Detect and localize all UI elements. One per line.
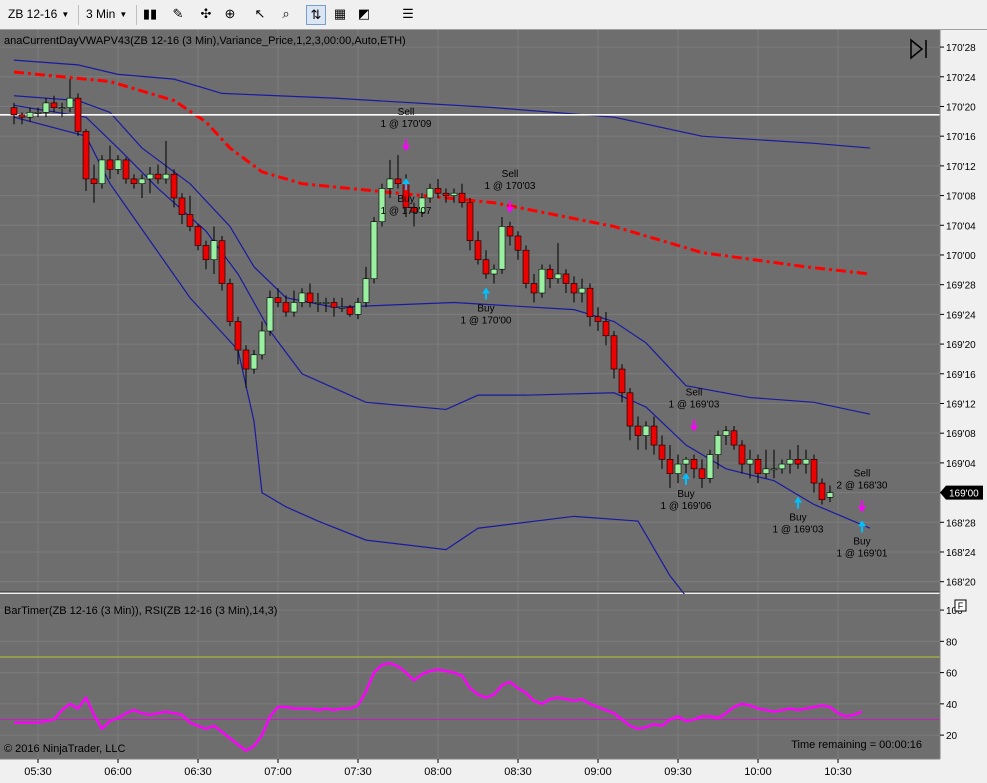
price-tick-label: 170'24	[946, 73, 976, 84]
crosshair-icon[interactable]: ✣	[196, 5, 216, 25]
toolbar-separator	[78, 5, 79, 25]
price-tick-label: 168'20	[946, 578, 976, 589]
price-tick-label: 168'24	[946, 548, 976, 559]
sell-arrow-icon	[509, 200, 511, 207]
chevron-down-icon: ▼	[119, 10, 128, 19]
buy-arrow-icon	[405, 184, 407, 191]
properties-icon[interactable]: ☰	[398, 5, 418, 25]
candle	[522, 245, 530, 289]
candle	[378, 183, 386, 227]
time-tick-label: 10:30	[824, 766, 852, 778]
price-tick-label: 169'16	[946, 370, 976, 381]
buy-arrow-icon	[485, 293, 487, 300]
strategies-icon[interactable]: ◩	[354, 5, 374, 25]
buy-arrow-icon	[861, 526, 863, 533]
rsi-panel-background	[0, 594, 940, 759]
time-tick-label: 08:00	[424, 766, 452, 778]
execution-label: Buy	[477, 303, 494, 314]
rsi-tick-label: 60	[946, 669, 958, 680]
execution-label: Buy	[677, 489, 694, 500]
zoom-icon[interactable]: ⌕	[276, 5, 296, 25]
execution-label: Sell	[502, 169, 519, 180]
rsi-tick-label: 20	[946, 731, 958, 742]
price-tick-label: 170'04	[946, 221, 976, 232]
drawing-tool-icon[interactable]: ✎	[168, 5, 188, 25]
instrument-label: ZB 12-16	[8, 7, 58, 21]
execution-label: Buy	[789, 513, 806, 524]
candle	[538, 264, 546, 298]
execution-label: 1 @ 170'07	[381, 206, 432, 217]
time-tick-label: 06:30	[184, 766, 212, 778]
instrument-selector[interactable]: ZB 12-16 ▼	[4, 4, 78, 25]
price-indicator-label: anaCurrentDayVWAPV43(ZB 12-16 (3 Min),Va…	[4, 35, 406, 47]
time-tick-label: 09:30	[664, 766, 692, 778]
execution-label: Sell	[398, 107, 415, 118]
execution-label: 1 @ 169'01	[837, 548, 888, 559]
chart-toolbar: ZB 12-16 ▼ 3 Min ▼ ▮▮ ✎ ✣ ⊕ ↖ ⌕ ⇅ ▦ ◩ ☰	[0, 0, 987, 30]
sell-arrow-icon	[693, 419, 695, 426]
bar-timer-text: Time remaining = 00:00:16	[791, 739, 922, 751]
interval-label: 3 Min	[86, 7, 116, 21]
sell-arrow-icon	[405, 139, 407, 146]
interval-selector[interactable]: 3 Min ▼	[82, 4, 138, 25]
execution-label: 1 @ 169'03	[669, 400, 720, 411]
indicators-icon[interactable]: ▦	[330, 5, 350, 25]
rsi-indicator-label: BarTimer(ZB 12-16 (3 Min)), RSI(ZB 12-16…	[4, 605, 277, 617]
execution-label: 1 @ 169'03	[773, 525, 824, 536]
chart-area[interactable]: Sell1 @ 170'09Buy1 @ 170'07Sell1 @ 170'0…	[0, 30, 987, 783]
price-tick-label: 169'20	[946, 340, 976, 351]
execution-label: 1 @ 169'06	[661, 501, 712, 512]
candle	[706, 449, 714, 484]
last-price-marker: 169'00	[940, 485, 983, 500]
price-tick-label: 169'12	[946, 399, 976, 410]
price-tick-label: 170'20	[946, 102, 976, 113]
execution-label: 1 @ 170'03	[485, 181, 536, 192]
price-tick-label: 169'28	[946, 281, 976, 292]
buy-arrow-icon	[685, 478, 687, 485]
candle	[226, 278, 234, 327]
bar-type-icon[interactable]: ▮▮	[140, 5, 160, 25]
buy-arrow-icon	[797, 502, 799, 509]
execution-label: 1 @ 170'09	[381, 119, 432, 130]
time-tick-label: 05:30	[24, 766, 52, 778]
time-tick-label: 07:00	[264, 766, 292, 778]
pointer-icon[interactable]: ↖	[250, 5, 270, 25]
time-tick-label: 06:00	[104, 766, 132, 778]
toolbar-separator	[136, 5, 137, 25]
time-tick-label: 09:00	[584, 766, 612, 778]
execution-label: Buy	[853, 536, 870, 547]
price-tick-label: 170'00	[946, 251, 976, 262]
chart-trader-icon[interactable]: ⇅	[306, 5, 326, 25]
price-tick-label: 168'28	[946, 518, 976, 529]
candle	[74, 93, 82, 137]
time-tick-label: 08:30	[504, 766, 532, 778]
panel-options-icon[interactable]: F	[954, 599, 967, 612]
execution-label: Buy	[397, 194, 414, 205]
copyright-text: © 2016 NinjaTrader, LLC	[4, 743, 125, 755]
execution-label: Sell	[854, 468, 871, 479]
price-tick-label: 170'08	[946, 192, 976, 203]
price-tick-label: 170'28	[946, 43, 976, 54]
svg-text:F: F	[958, 601, 964, 611]
rsi-tick-label: 80	[946, 637, 958, 648]
execution-label: Sell	[686, 388, 703, 399]
candle	[370, 216, 378, 284]
price-tick-label: 169'24	[946, 310, 976, 321]
price-tick-label: 169'04	[946, 459, 976, 470]
price-tick-label: 170'16	[946, 132, 976, 143]
rsi-tick-label: 40	[946, 700, 958, 711]
price-tick-label: 170'12	[946, 162, 976, 173]
candle	[218, 235, 226, 291]
chevron-down-icon: ▼	[61, 10, 70, 19]
last-price-label: 169'00	[949, 489, 979, 500]
time-tick-label: 07:30	[344, 766, 372, 778]
price-tick-label: 169'08	[946, 429, 976, 440]
candle	[98, 155, 106, 189]
execution-label: 1 @ 170'00	[461, 315, 512, 326]
time-tick-label: 10:00	[744, 766, 772, 778]
global-crosshair-icon[interactable]: ⊕	[220, 5, 240, 25]
execution-label: 2 @ 168'30	[837, 480, 888, 491]
sell-arrow-icon	[861, 500, 863, 507]
